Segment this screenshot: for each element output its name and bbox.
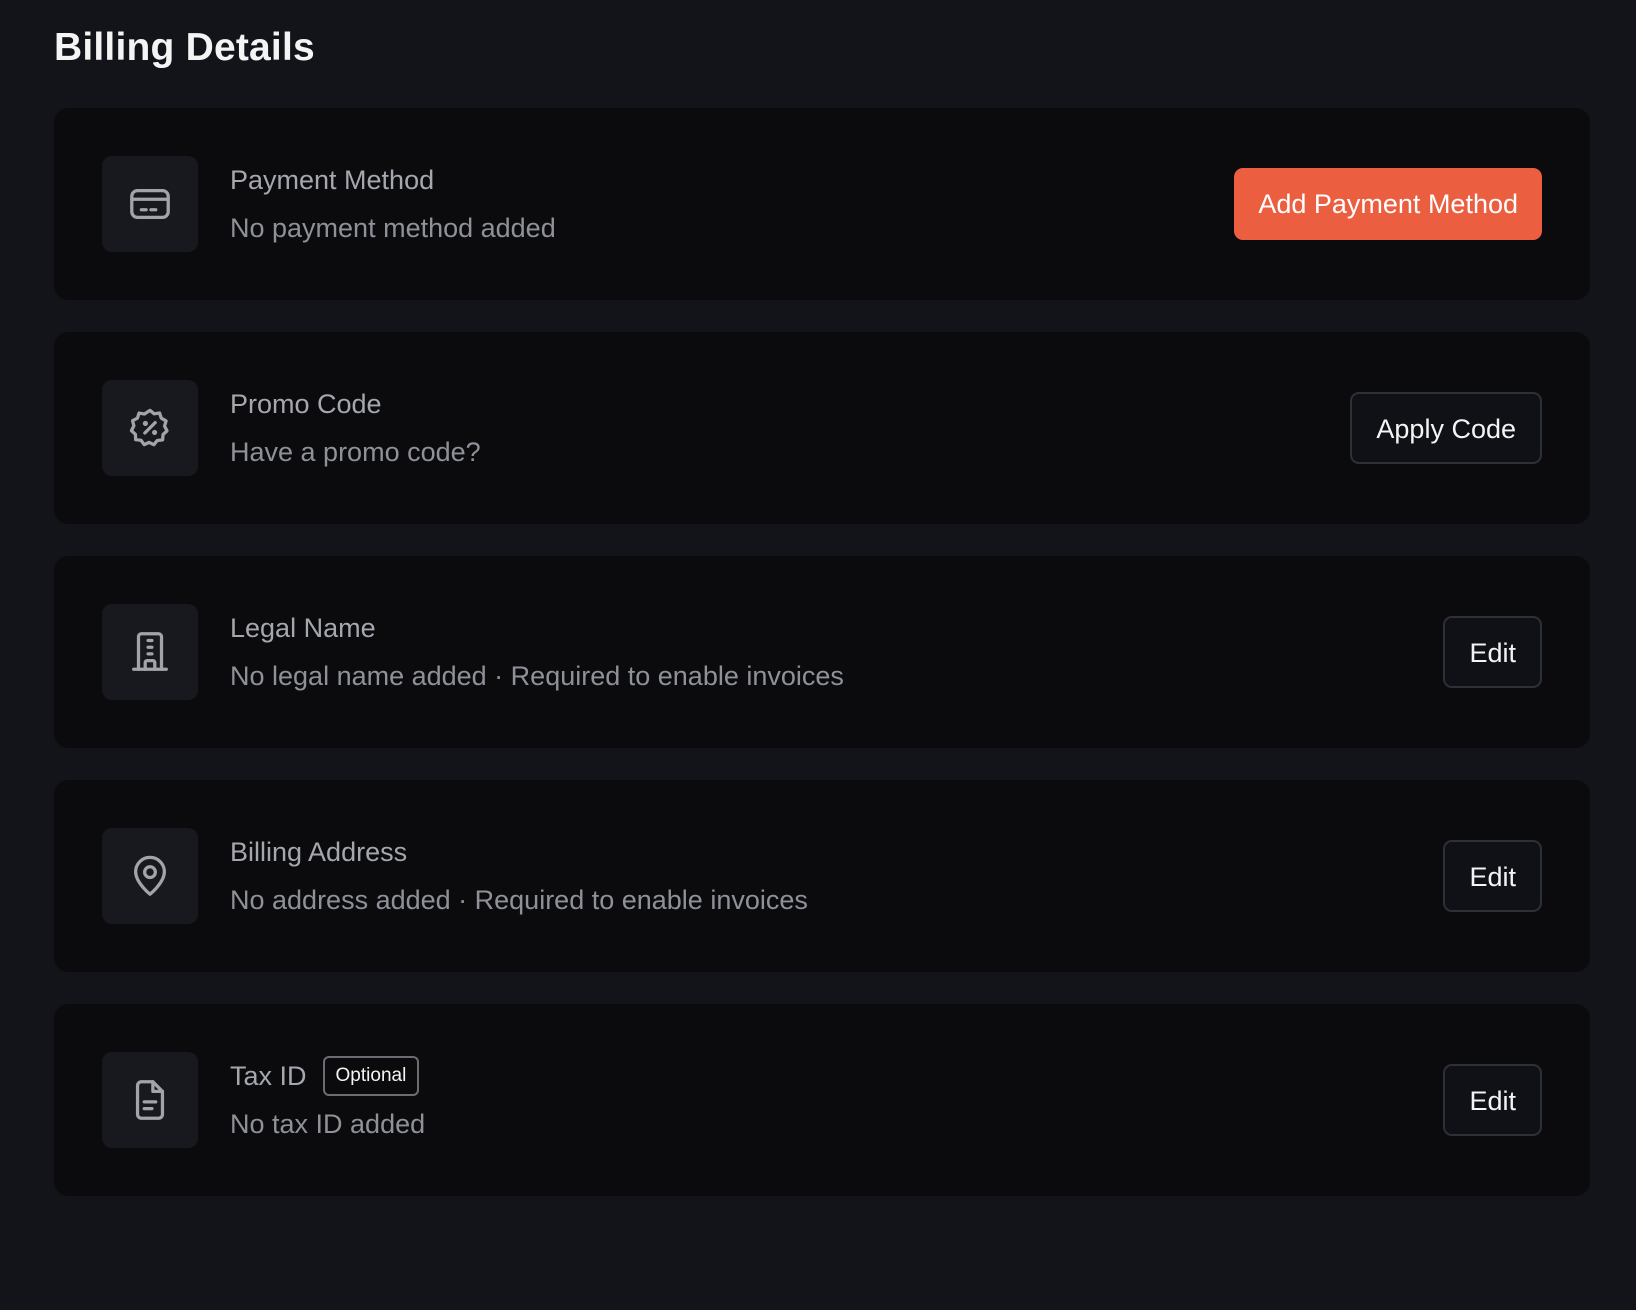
apply-code-button[interactable]: Apply Code: [1350, 392, 1542, 464]
payment-method-description: No payment method added: [230, 213, 556, 243]
promo-code-card: Promo Code Have a promo code? Apply Code: [54, 332, 1590, 524]
payment-method-card: Payment Method No payment method added A…: [54, 108, 1590, 300]
legal-name-description: No legal name added · Required to enable…: [230, 661, 844, 691]
payment-method-label: Payment Method: [230, 165, 435, 195]
page-title: Billing Details: [54, 26, 315, 69]
promo-code-label: Promo Code: [230, 389, 382, 419]
legal-name-card: Legal Name No legal name added · Require…: [54, 556, 1590, 748]
credit-card-icon: [102, 156, 198, 252]
document-icon: [102, 1052, 198, 1148]
legal-name-text: Legal Name No legal name added · Require…: [230, 608, 844, 696]
edit-legal-name-button[interactable]: Edit: [1443, 616, 1542, 688]
billing-address-label: Billing Address: [230, 837, 408, 867]
tax-id-label: Tax ID: [230, 1061, 307, 1091]
discount-badge-icon: [102, 380, 198, 476]
building-icon: [102, 604, 198, 700]
add-payment-method-button[interactable]: Add Payment Method: [1234, 168, 1542, 240]
optional-badge: Optional: [322, 1056, 420, 1096]
promo-code-description: Have a promo code?: [230, 437, 481, 467]
tax-id-card: Tax ID Optional No tax ID added Edit: [54, 1004, 1590, 1196]
billing-address-text: Billing Address No address added · Requi…: [230, 832, 808, 920]
billing-address-description: No address added · Required to enable in…: [230, 885, 808, 915]
map-pin-icon: [102, 828, 198, 924]
tax-id-text: Tax ID Optional No tax ID added: [230, 1056, 425, 1144]
billing-address-card: Billing Address No address added · Requi…: [54, 780, 1590, 972]
payment-method-text: Payment Method No payment method added: [230, 160, 556, 248]
legal-name-label: Legal Name: [230, 613, 376, 643]
edit-billing-address-button[interactable]: Edit: [1443, 840, 1542, 912]
tax-id-description: No tax ID added: [230, 1109, 426, 1139]
edit-tax-id-button[interactable]: Edit: [1443, 1064, 1542, 1136]
promo-code-text: Promo Code Have a promo code?: [230, 384, 481, 472]
